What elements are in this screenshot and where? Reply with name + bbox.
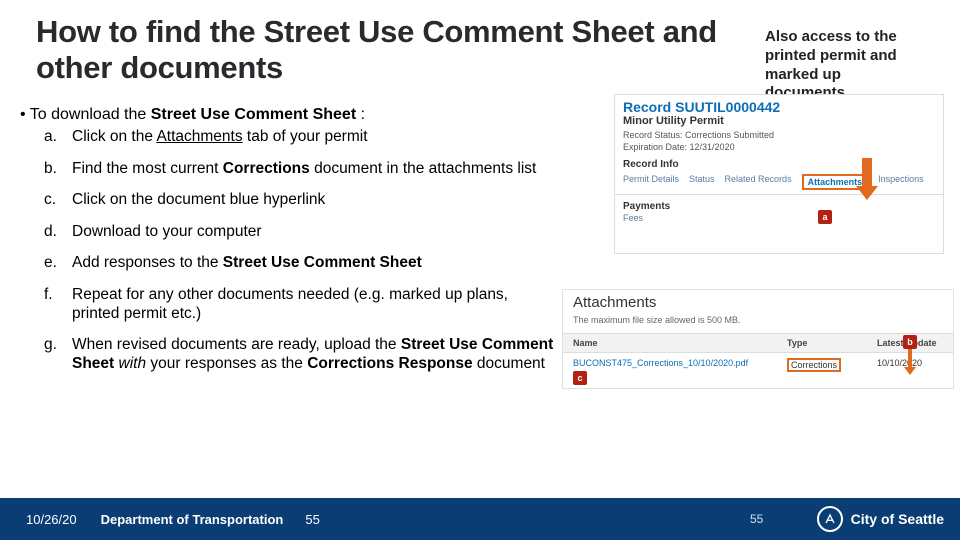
footer-logo: City of Seattle — [817, 506, 944, 532]
step-text: Click on the Attachments tab of your per… — [72, 128, 554, 147]
record-expiry: Expiration Date: 12/31/2020 — [615, 141, 943, 153]
marker-c: c — [573, 371, 587, 385]
marker-b: b — [903, 335, 917, 349]
step-d: d. Download to your computer — [44, 223, 554, 242]
seattle-seal-icon — [817, 506, 843, 532]
step-e: e. Add responses to the Street Use Comme… — [44, 254, 554, 273]
record-title: Record SUUTIL0000442 — [615, 95, 943, 115]
step-letter: a. — [44, 128, 72, 147]
tab-inspections[interactable]: Inspections — [878, 174, 924, 190]
text: : — [356, 106, 365, 123]
arrow-b-icon — [906, 349, 914, 377]
footer-department: Department of Transportation — [101, 512, 284, 527]
step-letter: e. — [44, 254, 72, 273]
step-g: g. When revised documents are ready, upl… — [44, 336, 554, 373]
step-text: When revised documents are ready, upload… — [72, 336, 554, 373]
attachment-type: Corrections — [783, 353, 873, 377]
step-letter: g. — [44, 336, 72, 373]
step-text: Repeat for any other documents needed (e… — [72, 286, 554, 323]
attachments-screenshot: Attachments The maximum file size allowe… — [562, 289, 954, 389]
record-info-label: Record Info — [615, 153, 943, 172]
attachments-header: Name Type Latest Update — [563, 333, 953, 353]
intro-bullet: To download the Street Use Comment Sheet… — [20, 106, 480, 124]
steps-list: a. Click on the Attachments tab of your … — [44, 128, 554, 386]
step-f: f. Repeat for any other documents needed… — [44, 286, 554, 323]
aside-line: printed permit and — [765, 47, 897, 64]
step-c: c. Click on the document blue hyperlink — [44, 191, 554, 210]
footer-city: City of Seattle — [851, 511, 944, 527]
attachment-row: BUCONST475_Corrections_10/10/2020.pdf Co… — [563, 353, 953, 377]
footer-page-alt: 55 — [750, 512, 763, 526]
aside-note: Also access to the printed permit and ma… — [765, 28, 945, 103]
step-text: Download to your computer — [72, 223, 554, 242]
step-a: a. Click on the Attachments tab of your … — [44, 128, 554, 147]
record-subtitle: Minor Utility Permit — [615, 115, 943, 129]
record-tabs: Permit Details Status Related Records At… — [615, 172, 943, 195]
tab-status[interactable]: Status — [689, 174, 715, 190]
aside-line: marked up — [765, 66, 841, 83]
col-type: Type — [783, 334, 873, 352]
step-letter: b. — [44, 160, 72, 179]
tab-related[interactable]: Related Records — [725, 174, 792, 190]
slide-title: How to find the Street Use Comment Sheet… — [36, 14, 776, 85]
record-status: Record Status: Corrections Submitted — [615, 129, 943, 141]
text-bold: Street Use Comment Sheet — [151, 106, 356, 123]
record-screenshot: Record SUUTIL0000442 Minor Utility Permi… — [614, 94, 944, 254]
marker-a: a — [818, 210, 832, 224]
footer-date: 10/26/20 — [26, 512, 77, 527]
attachments-title: Attachments — [563, 290, 953, 313]
footer-page: 55 — [305, 512, 319, 527]
step-text: Click on the document blue hyperlink — [72, 191, 554, 210]
payments-label: Payments — [615, 195, 943, 213]
step-letter: d. — [44, 223, 72, 242]
fees-link[interactable]: Fees — [615, 213, 943, 227]
aside-line: Also access to the — [765, 28, 897, 45]
attachment-link[interactable]: BUCONST475_Corrections_10/10/2020.pdf — [563, 353, 783, 377]
step-letter: f. — [44, 286, 72, 323]
step-b: b. Find the most current Corrections doc… — [44, 160, 554, 179]
arrow-down-icon — [856, 158, 878, 202]
step-text: Add responses to the Street Use Comment … — [72, 254, 554, 273]
col-name: Name — [563, 334, 783, 352]
text: To download the — [30, 106, 151, 123]
footer-bar: 10/26/20 Department of Transportation 55… — [0, 498, 960, 540]
tab-details[interactable]: Permit Details — [623, 174, 679, 190]
attachments-note: The maximum file size allowed is 500 MB. — [563, 313, 953, 333]
step-text: Find the most current Corrections docume… — [72, 160, 554, 179]
slide: How to find the Street Use Comment Sheet… — [0, 0, 960, 540]
step-letter: c. — [44, 191, 72, 210]
